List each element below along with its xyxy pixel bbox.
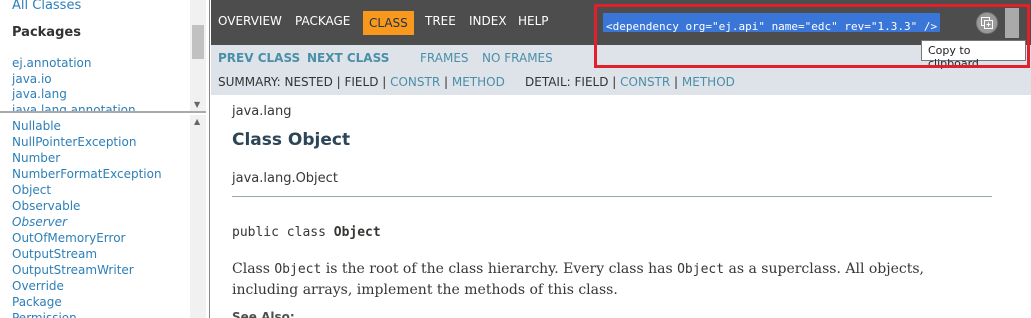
nav-index[interactable]: INDEX [469, 14, 507, 28]
class-description: Class Object is the root of the class hi… [232, 259, 992, 300]
class-frame: OVERVIEW PACKAGE CLASS TREE INDEX HELP <… [211, 0, 1031, 318]
class-link[interactable]: NumberFormatException [12, 166, 162, 182]
detail-separator: | [670, 75, 682, 89]
desc-part: is the root of the class hierarchy. Ever… [321, 261, 678, 277]
scrollbar-thumb[interactable] [192, 25, 204, 59]
classes-frame: Nullable NullPointerException Number Number… [0, 115, 206, 318]
class-link[interactable]: Number [12, 150, 162, 166]
desc-code: Object [677, 262, 725, 277]
packages-scrollbar[interactable]: ▼ [190, 0, 206, 111]
detail-nav: DETAIL: FIELD | CONSTR | METHOD [525, 75, 735, 89]
divider [232, 196, 992, 197]
class-link[interactable]: OutputStreamWriter [12, 262, 162, 278]
declaration-prefix: public class [232, 225, 334, 240]
inheritance-tree: java.lang.Object [232, 171, 338, 186]
detail-constr-link[interactable]: CONSTR [620, 75, 670, 89]
summary-prefix: SUMMARY: NESTED | FIELD | [218, 75, 391, 89]
class-link[interactable]: NullPointerException [12, 134, 162, 150]
declaration-name: Object [333, 225, 381, 240]
prev-class-link[interactable]: PREV CLASS [218, 51, 300, 65]
scroll-down-arrow-icon[interactable]: ▼ [194, 100, 200, 109]
see-also-heading: See Also: [232, 310, 295, 318]
packages-heading: Packages [12, 25, 81, 40]
scroll-up-arrow-icon[interactable]: ▲ [194, 117, 200, 126]
nav-overview[interactable]: OVERVIEW [218, 14, 282, 28]
class-content: java.lang Class Object java.lang.Object … [211, 95, 1031, 318]
class-link[interactable]: Package [12, 294, 162, 310]
classes-scrollbar[interactable]: ▲ [190, 115, 206, 318]
class-link[interactable]: Object [12, 182, 162, 198]
next-class-link[interactable]: NEXT CLASS [307, 51, 389, 65]
desc-code: Object [274, 262, 322, 277]
frames-link[interactable]: FRAMES [420, 51, 469, 65]
summary-separator: | [440, 75, 452, 89]
package-label: java.lang [232, 104, 292, 119]
nav-class-active: CLASS [363, 11, 414, 35]
all-classes-link[interactable]: All Classes [12, 0, 81, 13]
page-title: Class Object [232, 130, 351, 150]
detail-prefix: DETAIL: FIELD | [525, 75, 621, 89]
class-declaration: public class Object [232, 225, 381, 240]
package-list: ej.annotation java.io java.lang java.lan… [12, 56, 136, 112]
package-link[interactable]: java.lang [12, 87, 136, 103]
no-frames-link[interactable]: NO FRAMES [482, 51, 553, 65]
nav-tree[interactable]: TREE [425, 14, 456, 28]
class-link[interactable]: Nullable [12, 118, 162, 134]
package-link[interactable]: ej.annotation [12, 56, 136, 72]
summary-nav: SUMMARY: NESTED | FIELD | CONSTR | METHO… [218, 75, 505, 89]
class-link[interactable]: OutOfMemoryError [12, 230, 162, 246]
package-link[interactable]: java.lang.annotation [12, 103, 136, 112]
summary-constr-link[interactable]: CONSTR [390, 75, 440, 89]
summary-method-link[interactable]: METHOD [452, 75, 505, 89]
package-link[interactable]: java.io [12, 72, 136, 88]
class-link[interactable]: Override [12, 278, 162, 294]
annotation-highlight-box [594, 4, 1030, 68]
packages-frame: All Classes Packages ej.annotation java.… [0, 0, 206, 113]
class-link[interactable]: Observable [12, 198, 162, 214]
class-link[interactable]: Permission [12, 310, 162, 318]
nav-package[interactable]: PACKAGE [295, 14, 350, 28]
detail-method-link[interactable]: METHOD [682, 75, 735, 89]
nav-help[interactable]: HELP [518, 14, 549, 28]
left-frames: All Classes Packages ej.annotation java.… [0, 0, 210, 318]
class-list: Nullable NullPointerException Number Number… [12, 118, 162, 318]
class-link[interactable]: Observer [12, 214, 162, 230]
desc-part: Class [232, 261, 275, 277]
class-link[interactable]: OutputStream [12, 246, 162, 262]
